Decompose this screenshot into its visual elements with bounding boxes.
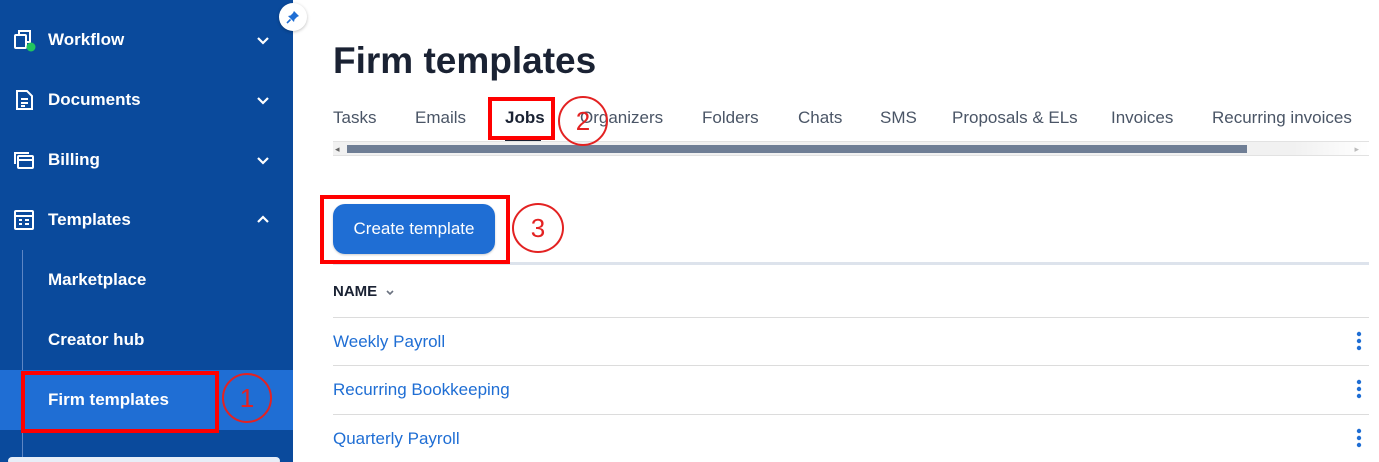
billing-icon xyxy=(12,148,36,172)
more-options-icon[interactable] xyxy=(1353,378,1365,400)
annotation-circle-3: 3 xyxy=(512,203,564,253)
page-title: Firm templates xyxy=(333,40,597,81)
column-header-label: NAME xyxy=(333,283,378,300)
sidebar-item-templates[interactable]: Templates xyxy=(0,190,293,250)
chevron-down-icon[interactable] xyxy=(254,151,272,169)
sidebar-item-creator-hub[interactable]: Creator hub xyxy=(0,310,293,370)
scroll-left-icon[interactable]: ◂ xyxy=(335,144,340,155)
name-column-header[interactable]: NAME xyxy=(333,283,395,300)
sidebar-item-label: Billing xyxy=(48,150,100,169)
sidebar-item-billing[interactable]: Billing xyxy=(0,130,293,190)
app-root: Workflow Documents Billing Templates Mar… xyxy=(0,0,1379,462)
sidebar-subitem-label: Creator hub xyxy=(48,330,145,349)
tab-folders[interactable]: Folders xyxy=(702,108,759,128)
tab-emails[interactable]: Emails xyxy=(415,108,466,128)
tab-invoices[interactable]: Invoices xyxy=(1111,108,1173,128)
chevron-down-icon[interactable] xyxy=(254,31,272,49)
template-name-link[interactable]: Recurring Bookkeeping xyxy=(333,380,510,400)
tab-recurring-invoices[interactable]: Recurring invoices xyxy=(1212,108,1352,128)
annotation-box-2 xyxy=(488,97,555,140)
chevron-down-icon[interactable] xyxy=(254,91,272,109)
pin-sidebar-button[interactable] xyxy=(279,3,307,31)
sidebar-subitem-label: Marketplace xyxy=(48,270,147,289)
document-icon xyxy=(12,88,36,112)
scroll-right-icon[interactable]: ▸ xyxy=(1354,144,1359,155)
tab-chats[interactable]: Chats xyxy=(798,108,842,128)
sidebar-bottom-card xyxy=(8,457,280,462)
workflow-icon xyxy=(12,28,36,52)
tab-tasks[interactable]: Tasks xyxy=(333,108,376,128)
annotation-circle-1: 1 xyxy=(222,373,272,423)
sidebar-item-label: Workflow xyxy=(48,30,125,49)
more-options-icon[interactable] xyxy=(1353,330,1365,352)
more-options-icon[interactable] xyxy=(1353,427,1365,449)
templates-icon xyxy=(12,208,36,232)
annotation-box-1 xyxy=(21,371,219,433)
pin-icon xyxy=(286,11,299,24)
sort-chevron-icon[interactable] xyxy=(385,287,395,297)
annotation-box-3 xyxy=(320,195,510,264)
tab-proposals-els[interactable]: Proposals & ELs xyxy=(952,108,1078,128)
sidebar-item-workflow[interactable]: Workflow xyxy=(0,10,293,70)
table-row[interactable]: Recurring Bookkeeping xyxy=(333,365,1369,414)
scrollbar-thumb[interactable] xyxy=(347,145,1247,153)
template-name-link[interactable]: Weekly Payroll xyxy=(333,332,445,352)
sidebar-item-label: Documents xyxy=(48,90,141,109)
chevron-up-icon[interactable] xyxy=(254,211,272,229)
template-name-link[interactable]: Quarterly Payroll xyxy=(333,429,460,449)
annotation-number: 2 xyxy=(575,105,591,136)
table-row[interactable]: Quarterly Payroll xyxy=(333,414,1369,462)
table-row[interactable]: Weekly Payroll xyxy=(333,317,1369,366)
sidebar-item-documents[interactable]: Documents xyxy=(0,70,293,130)
tab-sms[interactable]: SMS xyxy=(880,108,917,128)
annotation-number: 1 xyxy=(239,382,255,413)
sidebar-item-marketplace[interactable]: Marketplace xyxy=(0,250,293,310)
annotation-circle-2: 2 xyxy=(558,96,608,146)
sidebar-item-label: Templates xyxy=(48,210,131,229)
annotation-number: 3 xyxy=(530,212,546,243)
tabs-scrollbar[interactable]: ◂ ▸ xyxy=(333,141,1369,156)
